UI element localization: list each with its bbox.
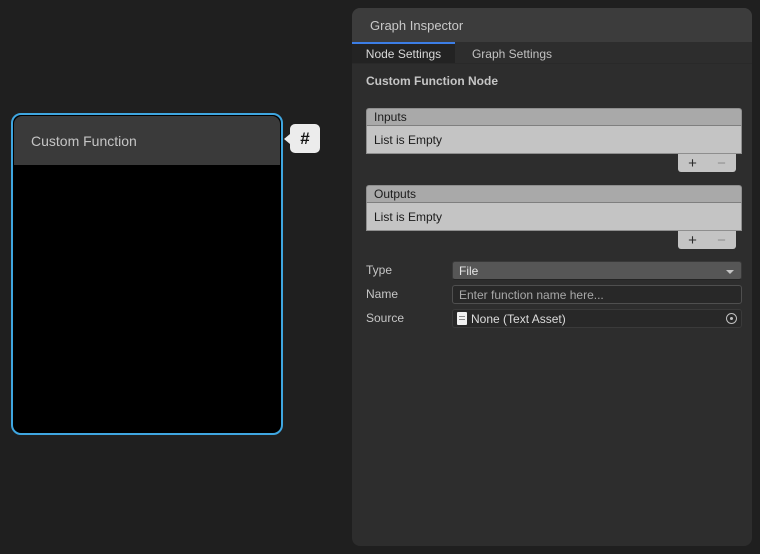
outputs-list-title: Outputs — [374, 187, 416, 201]
outputs-list: Outputs List is Empty + − — [366, 185, 742, 250]
type-dropdown-value: File — [459, 264, 478, 278]
custom-function-node[interactable]: Custom Function — [11, 113, 283, 435]
source-label: Source — [366, 311, 404, 325]
inputs-empty-text: List is Empty — [374, 133, 442, 147]
text-asset-icon — [457, 312, 467, 325]
outputs-list-empty-row: List is Empty — [366, 203, 742, 231]
source-object-value: None (Text Asset) — [471, 312, 566, 326]
source-row: Source None (Text Asset) — [366, 309, 742, 328]
node-preview-body — [14, 166, 280, 432]
panel-header[interactable]: Graph Inspector — [352, 8, 752, 42]
object-picker-icon[interactable] — [726, 313, 737, 324]
tab-node-settings[interactable]: Node Settings — [352, 42, 455, 63]
inputs-list-footer: + − — [366, 154, 742, 173]
tab-graph-settings[interactable]: Graph Settings — [455, 42, 569, 63]
inputs-remove-button[interactable]: − — [713, 156, 730, 171]
hash-icon: # — [300, 129, 309, 149]
node-title-bar[interactable]: Custom Function — [14, 116, 280, 165]
outputs-add-button[interactable]: + — [684, 233, 701, 248]
inputs-list-empty-row: List is Empty — [366, 126, 742, 154]
type-dropdown[interactable]: File — [452, 261, 742, 280]
function-name-input[interactable] — [452, 285, 742, 304]
outputs-list-header[interactable]: Outputs — [366, 185, 742, 203]
inputs-list: Inputs List is Empty + − — [366, 108, 742, 173]
inputs-list-title: Inputs — [374, 110, 407, 124]
source-object-field[interactable]: None (Text Asset) — [452, 309, 742, 328]
node-hash-badge[interactable]: # — [290, 124, 320, 153]
outputs-list-footer: + − — [366, 231, 742, 250]
type-label: Type — [366, 263, 392, 277]
inputs-list-header[interactable]: Inputs — [366, 108, 742, 126]
graph-inspector-panel: Graph Inspector Node Settings Graph Sett… — [352, 8, 752, 546]
name-row: Name — [366, 285, 742, 304]
outputs-remove-button[interactable]: − — [713, 233, 730, 248]
inputs-add-button[interactable]: + — [684, 156, 701, 171]
tab-bar: Node Settings Graph Settings — [352, 42, 752, 64]
outputs-empty-text: List is Empty — [374, 210, 442, 224]
name-label: Name — [366, 287, 398, 301]
node-title: Custom Function — [31, 133, 137, 149]
chevron-down-icon — [726, 270, 734, 274]
type-row: Type File — [366, 261, 742, 280]
section-title: Custom Function Node — [366, 74, 498, 88]
panel-title: Graph Inspector — [370, 18, 463, 33]
